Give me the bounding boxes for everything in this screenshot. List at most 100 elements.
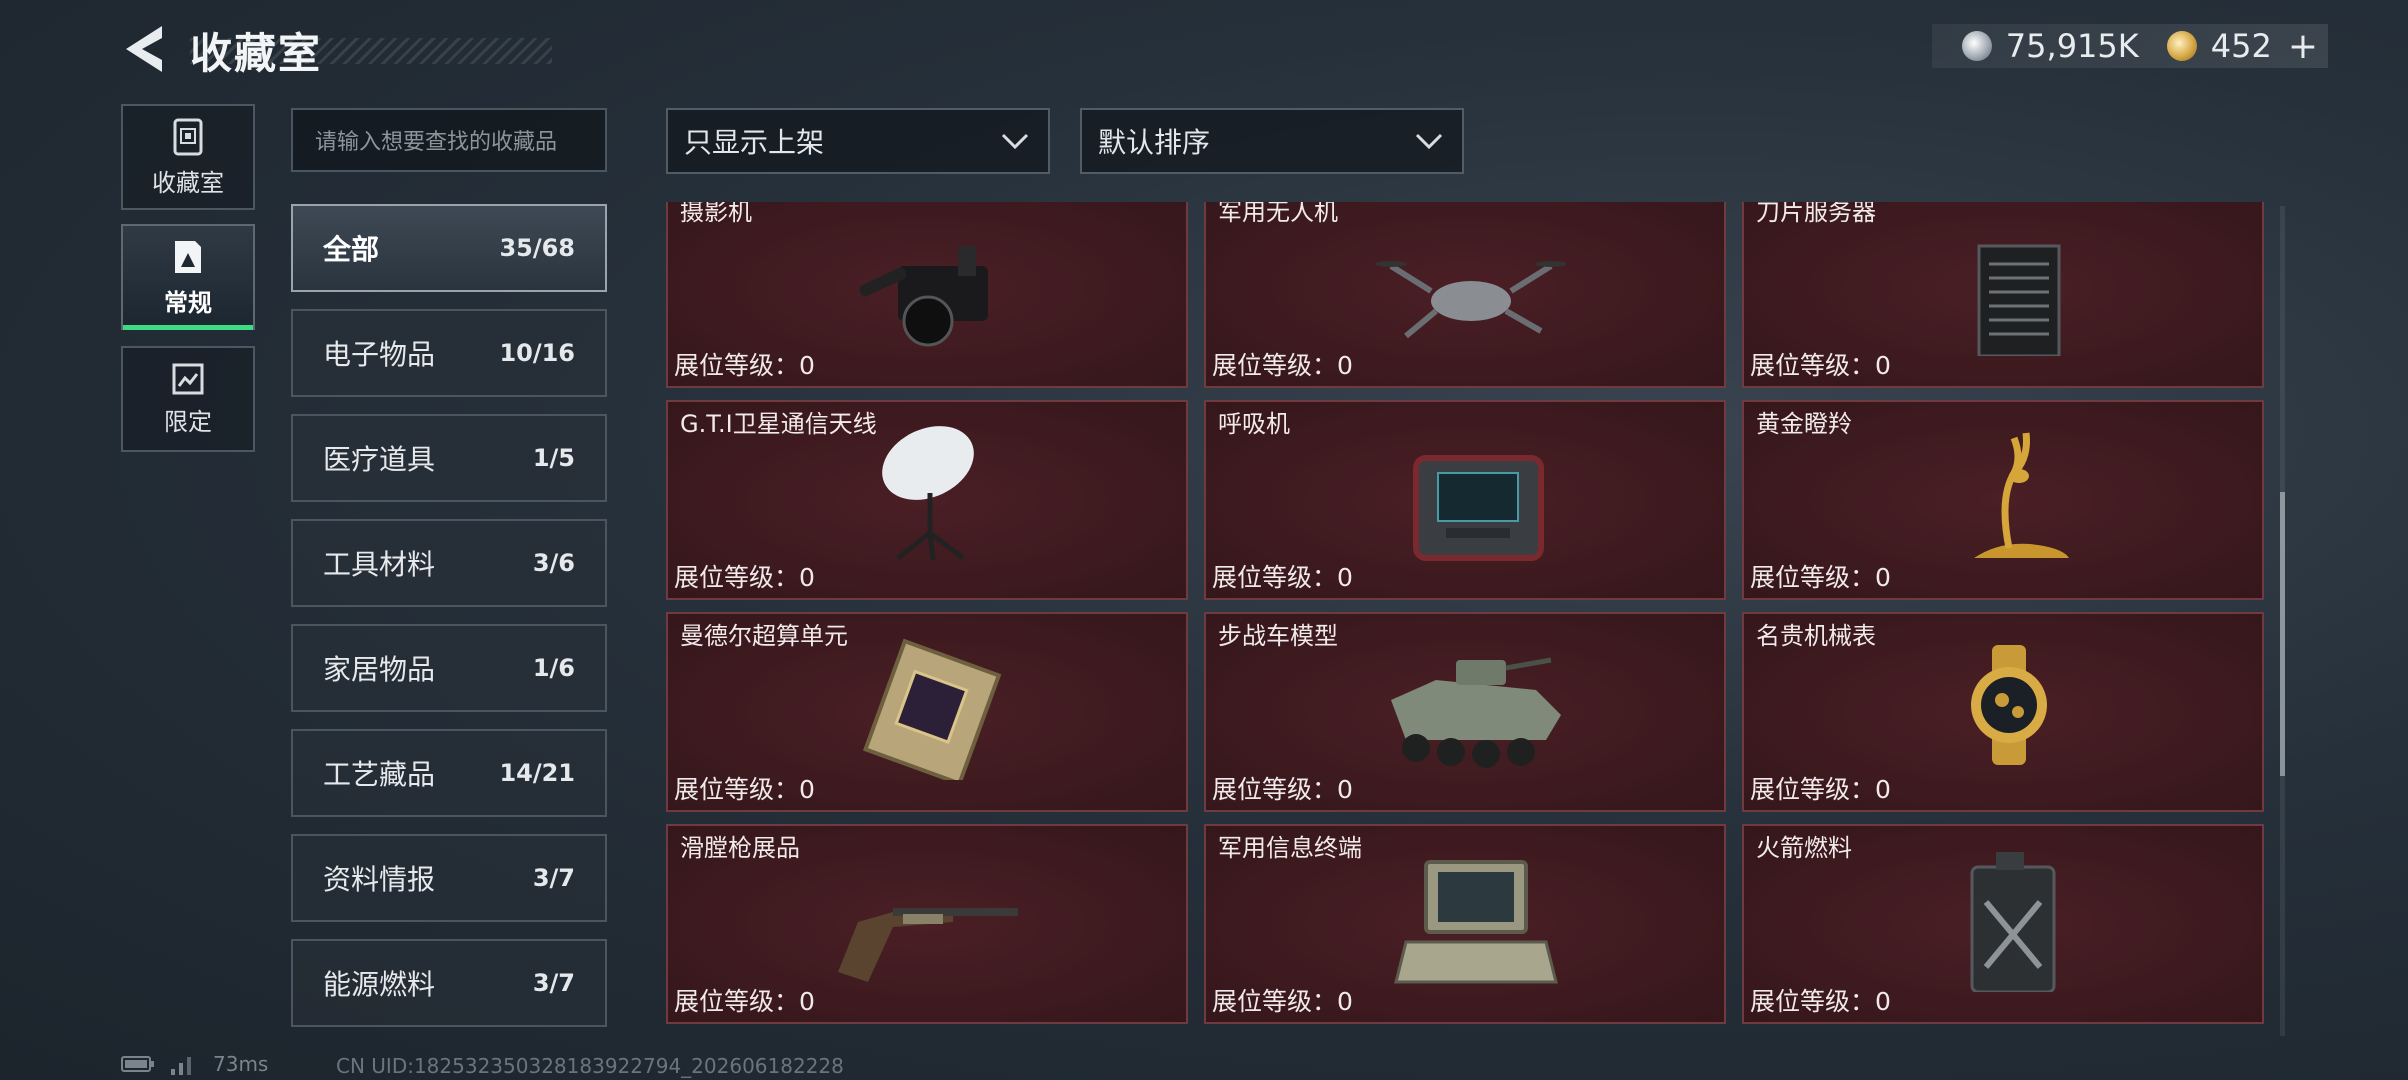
ping-value: 73ms	[213, 1052, 269, 1076]
item-name: 摄影机	[680, 202, 752, 226]
currency-bar: 75,915K 452 +	[1931, 24, 2328, 68]
item-card-ventilator[interactable]: 呼吸机 展位等级：0	[1204, 400, 1726, 600]
user-uid: CN UID:182532350328183922794_20260618222…	[336, 1054, 844, 1078]
item-name: 军用无人机	[1218, 202, 1338, 226]
category-count: 3/6	[532, 549, 575, 577]
add-currency-button[interactable]: +	[2288, 26, 2318, 67]
item-level: 展位等级：0	[1212, 987, 1353, 1016]
nav-collection-room[interactable]: 收藏室	[121, 104, 255, 210]
category-name: 医疗道具	[323, 443, 436, 476]
item-name: 名贵机械表	[1756, 622, 1876, 650]
gold-amount: 452	[2210, 27, 2272, 65]
nav-limited[interactable]: 限定	[121, 346, 255, 452]
category-name: 工具材料	[323, 548, 436, 581]
category-intel[interactable]: 资料情报 3/7	[291, 834, 607, 922]
category-count: 3/7	[532, 969, 575, 997]
display-filter-dropdown[interactable]: 只显示上架	[666, 108, 1050, 174]
category-count: 10/16	[499, 339, 575, 367]
regular-icon	[175, 240, 201, 273]
item-card-ifv-model[interactable]: 步战车模型 展位等级：0	[1204, 612, 1726, 812]
display-filter-value: 只显示上架	[684, 126, 825, 159]
item-name: 黄金瞪羚	[1756, 410, 1852, 438]
item-card-musket[interactable]: 滑膛枪展品 展位等级：0	[666, 824, 1188, 1024]
category-name: 全部	[323, 233, 380, 266]
item-level: 展位等级：0	[674, 775, 815, 804]
category-crafts[interactable]: 工艺藏品 14/21	[291, 729, 607, 817]
page-title: 收藏室	[190, 29, 323, 78]
grid-scrollbar-thumb[interactable]	[2280, 492, 2285, 776]
item-card-camera[interactable]: 摄影机 展位等级：0	[666, 202, 1188, 388]
drone-icon	[1376, 261, 1566, 339]
item-level: 展位等级：0	[674, 563, 815, 592]
category-tools[interactable]: 工具材料 3/6	[291, 519, 607, 607]
item-name: 曼德尔超算单元	[680, 622, 848, 650]
fuel-can-icon	[1970, 852, 2056, 992]
item-card-golden-gazelle[interactable]: 黄金瞪羚 展位等级：0	[1742, 400, 2264, 600]
category-name: 电子物品	[323, 338, 436, 371]
watch-icon	[1971, 645, 2047, 765]
item-level: 展位等级：0	[1212, 775, 1353, 804]
category-name: 资料情报	[323, 863, 436, 896]
search-input[interactable]: 请输入想要查找的收藏品	[291, 108, 607, 172]
status-bar: 73ms	[121, 1052, 268, 1076]
item-card-drone[interactable]: 军用无人机 展位等级：0	[1204, 202, 1726, 388]
silver-amount: 75,915K	[2005, 27, 2139, 65]
item-name: 火箭燃料	[1756, 834, 1852, 862]
item-name: 步战车模型	[1218, 622, 1338, 650]
category-medical[interactable]: 医疗道具 1/5	[291, 414, 607, 502]
item-card-satellite-antenna[interactable]: G.T.I卫星通信天线 展位等级：0	[666, 400, 1188, 600]
sort-value: 默认排序	[1098, 126, 1211, 159]
item-level: 展位等级：0	[1212, 563, 1353, 592]
item-card-rocket-fuel[interactable]: 火箭燃料 展位等级：0	[1742, 824, 2264, 1024]
limited-icon	[172, 363, 204, 394]
silver-coin-icon	[1961, 31, 1992, 61]
category-electronics[interactable]: 电子物品 10/16	[291, 309, 607, 397]
category-name: 能源燃料	[323, 968, 436, 1001]
terminal-icon	[1394, 860, 1558, 984]
category-name: 家居物品	[323, 653, 436, 686]
nav-regular[interactable]: 常规	[121, 224, 255, 330]
category-all[interactable]: 全部 35/68	[291, 204, 607, 292]
item-card-mandel-unit[interactable]: 曼德尔超算单元 展位等级：0	[666, 612, 1188, 812]
nav-label: 收藏室	[152, 168, 224, 197]
item-level: 展位等级：0	[1750, 563, 1891, 592]
category-count: 35/68	[499, 234, 575, 262]
item-name: 军用信息终端	[1218, 834, 1362, 862]
item-card-military-terminal[interactable]: 军用信息终端 展位等级：0	[1204, 824, 1726, 1024]
collection-grid: 摄影机 展位等级：0 军用无人机 展位等级：0 刀片服务器 展位等级：0 G.T…	[666, 202, 2266, 1030]
sort-dropdown[interactable]: 默认排序	[1080, 108, 1464, 174]
server-icon	[1977, 244, 2061, 356]
active-indicator	[123, 325, 253, 330]
ifv-model-icon	[1391, 657, 1561, 768]
signal-icon	[171, 1057, 191, 1075]
item-level: 展位等级：0	[1212, 351, 1353, 380]
collection-room-icon	[173, 118, 203, 155]
category-count: 1/5	[532, 444, 575, 472]
back-arrow-icon[interactable]	[118, 22, 168, 76]
golden-gazelle-icon	[1974, 432, 2069, 558]
chevron-down-icon	[1415, 133, 1443, 150]
computing-unit-icon	[862, 638, 1002, 780]
item-card-luxury-watch[interactable]: 名贵机械表 展位等级：0	[1742, 612, 2264, 812]
category-fuel[interactable]: 能源燃料 3/7	[291, 939, 607, 1027]
category-count: 1/6	[532, 654, 575, 682]
satellite-dish-icon	[882, 426, 974, 561]
camera-icon	[859, 246, 988, 347]
item-level: 展位等级：0	[674, 351, 815, 380]
item-level: 展位等级：0	[1750, 351, 1891, 380]
category-count: 14/21	[499, 759, 575, 787]
musket-icon	[838, 908, 1018, 982]
item-level: 展位等级：0	[1750, 775, 1891, 804]
chevron-down-icon	[1001, 133, 1029, 150]
category-household[interactable]: 家居物品 1/6	[291, 624, 607, 712]
category-count: 3/7	[532, 864, 575, 892]
item-level: 展位等级：0	[674, 987, 815, 1016]
item-card-server[interactable]: 刀片服务器 展位等级：0	[1742, 202, 2264, 388]
nav-label: 限定	[164, 407, 212, 436]
item-level: 展位等级：0	[1750, 987, 1891, 1016]
battery-icon	[121, 1056, 154, 1072]
item-name: 呼吸机	[1218, 410, 1290, 438]
nav-label: 常规	[164, 288, 212, 317]
category-name: 工艺藏品	[323, 758, 436, 791]
gold-coin-icon	[2166, 31, 2197, 61]
